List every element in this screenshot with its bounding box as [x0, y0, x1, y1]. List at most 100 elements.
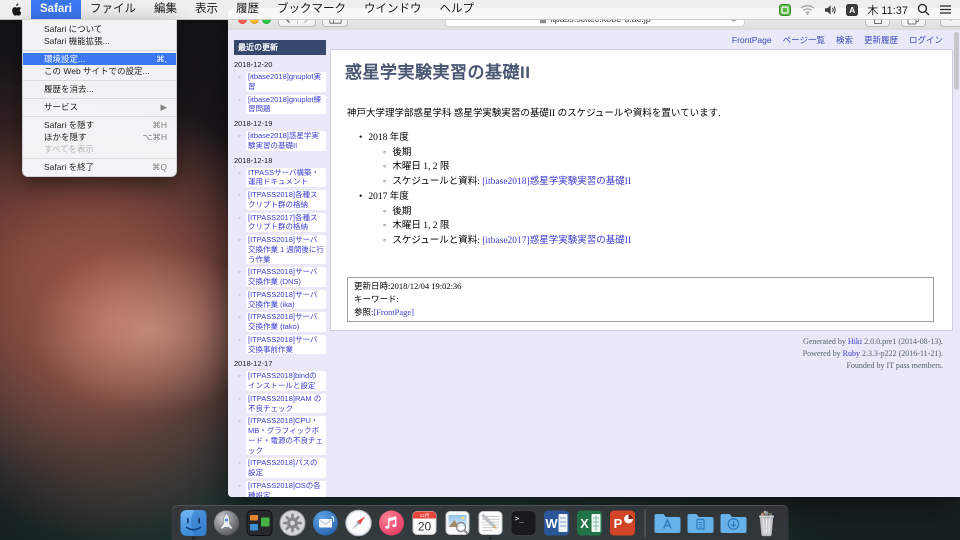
menu-bookmarks[interactable]: ブックマーク	[268, 0, 355, 19]
sidebar-link-item[interactable]: ◦[itbase2018]gnuplot練習問題	[238, 95, 326, 115]
nav-search[interactable]: 検索	[836, 35, 853, 45]
app-status-icon[interactable]	[779, 4, 791, 16]
scrollbar-thumb[interactable]	[954, 32, 959, 90]
wifi-icon[interactable]	[800, 4, 815, 15]
sidebar-date: 2018-12-17	[234, 359, 326, 368]
sidebar-link-item[interactable]: ◦[ITPASS2018]サーバ交換作業 (DNS)	[238, 267, 326, 287]
dock-trash[interactable]	[753, 505, 781, 540]
sidebar-link-item[interactable]: ◦[ITPASS2018]CPU・MB・グラフィックボード・電源の不良チェック	[238, 416, 326, 455]
menu-item-hide-others[interactable]: ほかを隠す⌥⌘H	[23, 131, 176, 143]
volume-icon[interactable]	[824, 4, 837, 16]
menu-help[interactable]: ヘルプ	[430, 0, 483, 19]
dock-mission-control[interactable]	[246, 505, 274, 540]
bullet-icon: ◦	[383, 162, 386, 172]
textedit-icon	[477, 509, 505, 537]
dock-itunes[interactable]	[378, 505, 406, 540]
dock-preview[interactable]	[444, 505, 472, 540]
dock-system-preferences[interactable]	[279, 505, 307, 540]
dock-downloads-folder[interactable]	[720, 505, 748, 540]
bullet-icon: ◦	[238, 312, 246, 321]
schedule-link-2018[interactable]: [itbase2018]惑星学実験実習の基礎II	[482, 177, 631, 187]
notification-center-icon[interactable]	[939, 4, 952, 15]
menu-item-quit-safari[interactable]: Safari を終了⌘Q	[23, 161, 176, 173]
nav-history[interactable]: 更新履歴	[864, 35, 898, 45]
nav-frontpage[interactable]: FrontPage	[732, 35, 772, 45]
sidebar-link-item[interactable]: ◦[ITPASS2018]パスの設定	[238, 458, 326, 478]
dock-separator	[645, 509, 646, 537]
sidebar-link-item[interactable]: ◦[ITPASS2018]サーバ交換事前作業	[238, 335, 326, 355]
dock-powerpoint[interactable]: P	[609, 505, 637, 540]
scrollbar[interactable]	[953, 30, 960, 497]
schedule-link-2017[interactable]: [itbase2017]惑星学実験実習の基礎II	[482, 236, 631, 246]
svg-text:X: X	[580, 516, 589, 531]
sidebar-link-item[interactable]: ◦[ITPASS2018]サーバ交換作業 1 週間後に行う作業	[238, 235, 326, 264]
menu-item-preferences[interactable]: 環境設定...⌘,	[23, 53, 176, 65]
menu-separator	[23, 80, 176, 81]
ruby-link[interactable]: Ruby	[843, 349, 860, 358]
nav-login[interactable]: ログイン	[909, 35, 943, 45]
bullet-icon: ◦	[238, 335, 246, 344]
svg-text:20: 20	[418, 519, 432, 533]
spotlight-icon[interactable]	[917, 3, 930, 16]
dock-documents-folder[interactable]	[687, 505, 715, 540]
page-main: FrontPageページ一覧検索更新履歴ログイン 惑星学実験実習の基礎II 神戸…	[330, 30, 953, 497]
menu-item-website-settings[interactable]: この Web サイトでの設定...	[23, 65, 176, 77]
calendar-icon: 12月 20	[411, 509, 439, 537]
list-item: ◦木曜日 1, 2 限	[383, 160, 936, 175]
bullet-icon: ◦	[383, 221, 386, 231]
dock-terminal[interactable]: >_	[510, 505, 538, 540]
dock-word[interactable]: W	[543, 505, 571, 540]
nav-pagelist[interactable]: ページ一覧	[783, 35, 825, 45]
menu-item-clear-history[interactable]: 履歴を消去...	[23, 83, 176, 95]
safari-icon	[345, 509, 373, 537]
sidebar-link-item[interactable]: ◦[ITPASS2018]RAM の不良チェック	[238, 394, 326, 414]
bullet-icon: ◦	[238, 481, 246, 490]
dock-excel[interactable]: X	[576, 505, 604, 540]
wiki-nav: FrontPage ページ一覧 検索 更新履歴 ログイン	[330, 30, 953, 49]
dock-launchpad[interactable]	[213, 505, 241, 540]
dock-applications-folder[interactable]	[654, 505, 682, 540]
menu-item-safari-extensions[interactable]: Safari 機能拡張...	[23, 35, 176, 47]
menu-item-hide-safari[interactable]: Safari を隠す⌘H	[23, 119, 176, 131]
input-source-icon[interactable]: A	[846, 4, 858, 16]
running-indicator	[489, 537, 492, 540]
menu-window[interactable]: ウインドウ	[355, 0, 431, 19]
intro-text: 神戸大学理学部惑星学科 惑星学実験実習の基礎II のスケジュールや資料を置いてい…	[347, 105, 936, 119]
menu-clock[interactable]: 木 11:37	[867, 2, 908, 18]
bullet-icon: ◦	[238, 394, 246, 403]
sidebar-link-item[interactable]: ◦ITPASSサーバ構築・運用ドキュメント	[238, 168, 326, 188]
menu-view[interactable]: 表示	[186, 0, 227, 19]
sidebar-link-item[interactable]: ◦[ITPASS2018]サーバ交換作業 (tako)	[238, 312, 326, 332]
menu-item-services[interactable]: サービス▶	[23, 101, 176, 113]
menu-separator	[23, 50, 176, 51]
menu-safari[interactable]: Safari	[31, 0, 81, 19]
sidebar-link-item[interactable]: ◦[ITPASS2018]OSの各種設定	[238, 481, 326, 497]
bullet-icon: ◦	[238, 290, 246, 299]
sidebar-link-item[interactable]: ◦[ITPASS2017]各種スクリプト群の格納	[238, 213, 326, 233]
sidebar-link-item[interactable]: ◦[ITPASS2018]サーバ交換作業 (ika)	[238, 290, 326, 310]
menu-edit[interactable]: 編集	[145, 0, 186, 19]
bullet-icon: ◦	[383, 236, 386, 246]
sidebar-date: 2018-12-19	[234, 119, 326, 128]
page-meta: 更新日時:2018/12/04 19:02:36 キーワード: 参照:[Fron…	[347, 277, 934, 323]
dock-safari[interactable]	[345, 505, 373, 540]
mission-control-icon	[246, 509, 274, 537]
dock-thunderbird[interactable]	[312, 505, 340, 540]
applications-folder-icon	[654, 511, 682, 535]
sidebar-link-item[interactable]: ◦[itbase2018]惑星学実験実習の基礎II	[238, 131, 326, 151]
sidebar-link-item[interactable]: ◦[itbase2018]gnuplot実習	[238, 72, 326, 92]
menu-file[interactable]: ファイル	[81, 0, 145, 19]
sidebar-link-item[interactable]: ◦[ITPASS2018]bindのインストールと設定	[238, 371, 326, 391]
safari-menu-dropdown: Safari について Safari 機能拡張... 環境設定...⌘, この …	[22, 19, 177, 177]
year-list: •2018 年度 ◦後期 ◦木曜日 1, 2 限 ◦スケジュールと資料: [it…	[359, 131, 936, 249]
frontpage-link[interactable]: [FrontPage]	[373, 307, 414, 317]
sidebar-link-item[interactable]: ◦[ITPASS2018]各種スクリプト群の格納	[238, 190, 326, 210]
menu-item-about-safari[interactable]: Safari について	[23, 23, 176, 35]
dock-calendar[interactable]: 12月 20	[411, 505, 439, 540]
hiki-link[interactable]: Hiki	[848, 337, 862, 346]
dock-finder[interactable]	[180, 505, 208, 540]
dock-textedit[interactable]	[477, 505, 505, 540]
menu-history[interactable]: 履歴	[227, 0, 268, 19]
apple-menu[interactable]	[0, 3, 31, 17]
submenu-arrow-icon: ▶	[160, 102, 167, 112]
